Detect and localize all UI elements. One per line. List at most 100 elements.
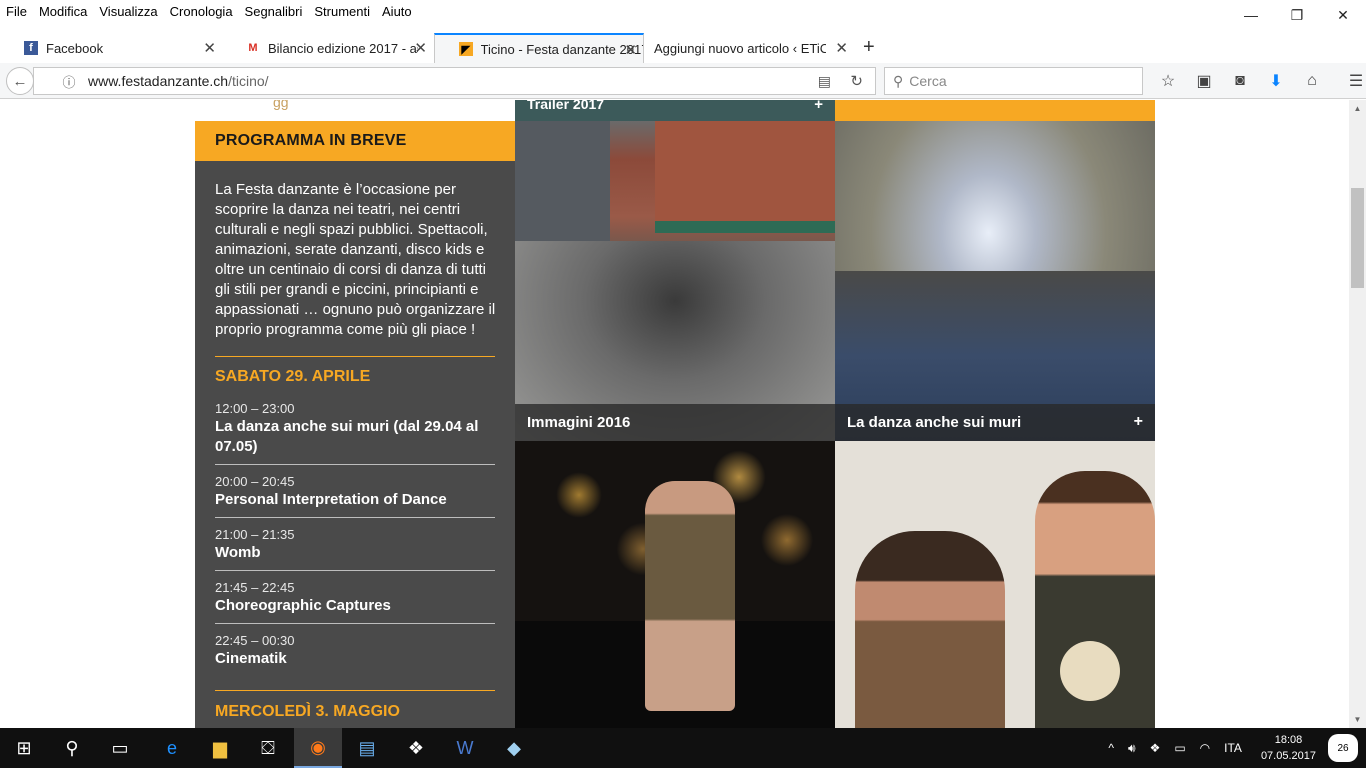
edge-icon[interactable]: e (148, 728, 196, 768)
search-input[interactable]: ⚲ Cerca (884, 67, 1143, 95)
close-icon[interactable]: ✕ (414, 39, 427, 57)
tile-orange-band (835, 100, 1155, 121)
event-title[interactable]: Personal Interpretation of Dance (215, 490, 495, 510)
toolbar-icons: ☆ ▣ ◙ ⬇ ⌂ ☰ (1150, 67, 1366, 95)
wifi-icon[interactable]: ◠ (1200, 741, 1210, 755)
menu-bar: File Modifica Visualizza Cronologia Segn… (0, 0, 1366, 22)
photo-seated-dancer (645, 481, 735, 711)
tile-caption: Immagini 2016 (515, 404, 835, 441)
bookmark-star-icon[interactable]: ☆ (1150, 71, 1186, 91)
divider (215, 517, 495, 518)
tile-photo-performers[interactable] (835, 441, 1155, 728)
tab-festadanzante[interactable]: ◤ Ticino - Festa danzante 2017 ✕ (434, 33, 644, 63)
reload-icon[interactable]: ↻ (850, 72, 863, 90)
tile-caption: La danza anche sui muri + (835, 404, 1155, 441)
event-item[interactable]: 20:00 – 20:45 Personal Interpretation of… (215, 474, 495, 510)
task-view-icon[interactable]: ▭ (96, 728, 144, 768)
close-icon[interactable]: ✕ (203, 39, 216, 57)
top-stub: gg (195, 100, 515, 121)
menu-modifica[interactable]: Modifica (39, 4, 87, 19)
search-placeholder: Cerca (909, 73, 947, 89)
store-icon[interactable]: ⛋ (244, 728, 292, 768)
chevron-up-icon[interactable]: ^ (1108, 741, 1114, 755)
menu-visualizza[interactable]: Visualizza (99, 4, 157, 19)
url-bar[interactable]: ⓘ www.festadanzante.ch/ticino/ ▤ ↻ (33, 67, 876, 95)
photo-awning (655, 221, 835, 233)
tile-photo-dancer[interactable] (515, 441, 835, 728)
close-icon[interactable]: ✕ (624, 41, 637, 59)
event-item[interactable]: 22:45 – 00:30 Cinematik (215, 633, 495, 669)
pocket-icon[interactable]: ◙ (1222, 72, 1258, 90)
minimize-button[interactable]: — (1228, 0, 1274, 30)
restore-button[interactable]: ❐ (1274, 0, 1320, 30)
event-item[interactable]: 12:00 – 23:00 La danza anche sui muri (d… (215, 401, 495, 457)
day-heading: SABATO 29. APRILE (215, 368, 371, 385)
info-icon[interactable]: ⓘ (56, 72, 82, 91)
back-arrow-icon: ← (12, 72, 28, 90)
home-icon[interactable]: ⌂ (1294, 72, 1330, 90)
back-button[interactable]: ← (6, 67, 34, 95)
tab-label: Bilancio edizione 2017 - asso (268, 40, 418, 56)
notification-center-icon[interactable]: 26 (1328, 734, 1358, 762)
event-title[interactable]: Choreographic Captures (215, 596, 495, 616)
clock[interactable]: 18:08 07.05.2017 (1261, 732, 1316, 764)
event-title[interactable]: Womb (215, 543, 495, 563)
url-path: /ticino/ (228, 73, 269, 89)
event-time: 21:45 – 22:45 (215, 580, 295, 595)
volume-icon[interactable]: 🔊︎ (1128, 741, 1136, 756)
reader-view-icon[interactable]: ▤ (818, 73, 831, 90)
close-window-button[interactable]: ✕ (1320, 0, 1366, 30)
dropbox-tray-icon[interactable]: ❖ (1150, 741, 1161, 755)
menu-strumenti[interactable]: Strumenti (314, 4, 370, 19)
tab-eticin[interactable]: Aggiungi nuovo articolo ‹ ETiCin ✕ (644, 33, 854, 63)
tile-trailer[interactable]: Trailer 2017 + (515, 100, 835, 121)
app-icon[interactable]: ◆ (490, 728, 538, 768)
new-tab-button[interactable]: + (863, 36, 875, 59)
tile-danza-muri[interactable]: La danza anche sui muri + (835, 121, 1155, 441)
scrollbar-thumb[interactable] (1351, 188, 1364, 288)
hamburger-menu-icon[interactable]: ☰ (1338, 71, 1366, 91)
menu-cronologia[interactable]: Cronologia (170, 4, 233, 19)
firefox-icon[interactable]: ◉ (294, 728, 342, 768)
event-item[interactable]: 21:45 – 22:45 Choreographic Captures (215, 580, 495, 616)
language-indicator[interactable]: ITA (1224, 741, 1242, 755)
dropbox-icon[interactable]: ❖ (392, 728, 440, 768)
program-panel: gg PROGRAMMA IN BREVE La Festa danzante … (195, 100, 515, 728)
event-item[interactable]: 21:00 – 21:35 Womb (215, 527, 495, 563)
program-intro: La Festa danzante è l’occasione per scop… (215, 181, 496, 338)
menu-segnalibri[interactable]: Segnalibri (245, 4, 303, 19)
day-heading: MERCOLEDÌ 3. MAGGIO (215, 703, 400, 720)
windows-taskbar: ⊞ ⚲ ▭ e ▆ ⛋ ◉ ▤ ❖ W ◆ ^ 🔊︎ ❖ ▭ ◠ ITA 18:… (0, 728, 1366, 768)
plus-icon: + (814, 100, 823, 113)
windows-start-icon[interactable]: ⊞ (0, 728, 48, 768)
photo-building (515, 121, 610, 241)
search-icon[interactable]: ⚲ (48, 728, 96, 768)
event-time: 22:45 – 00:30 (215, 633, 295, 648)
divider (215, 570, 495, 571)
clock-time: 18:08 (1274, 734, 1303, 746)
scroll-up-icon[interactable]: ▲ (1349, 100, 1366, 117)
tab-facebook[interactable]: f Facebook ✕ (0, 33, 222, 63)
word-icon[interactable]: W (441, 728, 489, 768)
tile-immagini-2016[interactable]: Immagini 2016 (515, 121, 835, 441)
event-title[interactable]: Cinematik (215, 649, 495, 669)
battery-icon[interactable]: ▭ (1174, 741, 1185, 755)
photo-fur-costume (1060, 641, 1120, 701)
tab-label: Ticino - Festa danzante 2017 (480, 41, 643, 57)
web-page: gg PROGRAMMA IN BREVE La Festa danzante … (0, 100, 1349, 728)
event-title[interactable]: La danza anche sui muri (dal 29.04 al 07… (215, 417, 495, 457)
event-time: 12:00 – 23:00 (215, 401, 295, 416)
tab-label: Aggiungi nuovo articolo ‹ ETiCin (654, 40, 826, 56)
menu-aiuto[interactable]: Aiuto (382, 4, 412, 19)
file-explorer-icon[interactable]: ▆ (196, 728, 244, 768)
outlook-icon[interactable]: ▤ (343, 728, 391, 768)
facebook-icon: f (24, 41, 38, 55)
scroll-down-icon[interactable]: ▼ (1349, 711, 1366, 728)
menu-file[interactable]: File (6, 4, 27, 19)
close-icon[interactable]: ✕ (835, 39, 848, 57)
library-icon[interactable]: ▣ (1186, 71, 1222, 91)
tab-gmail[interactable]: M Bilancio edizione 2017 - asso ✕ (222, 33, 433, 63)
program-header: PROGRAMMA IN BREVE (195, 121, 515, 161)
page-scrollbar[interactable]: ▲ ▼ (1349, 100, 1366, 728)
download-icon[interactable]: ⬇ (1258, 71, 1294, 91)
